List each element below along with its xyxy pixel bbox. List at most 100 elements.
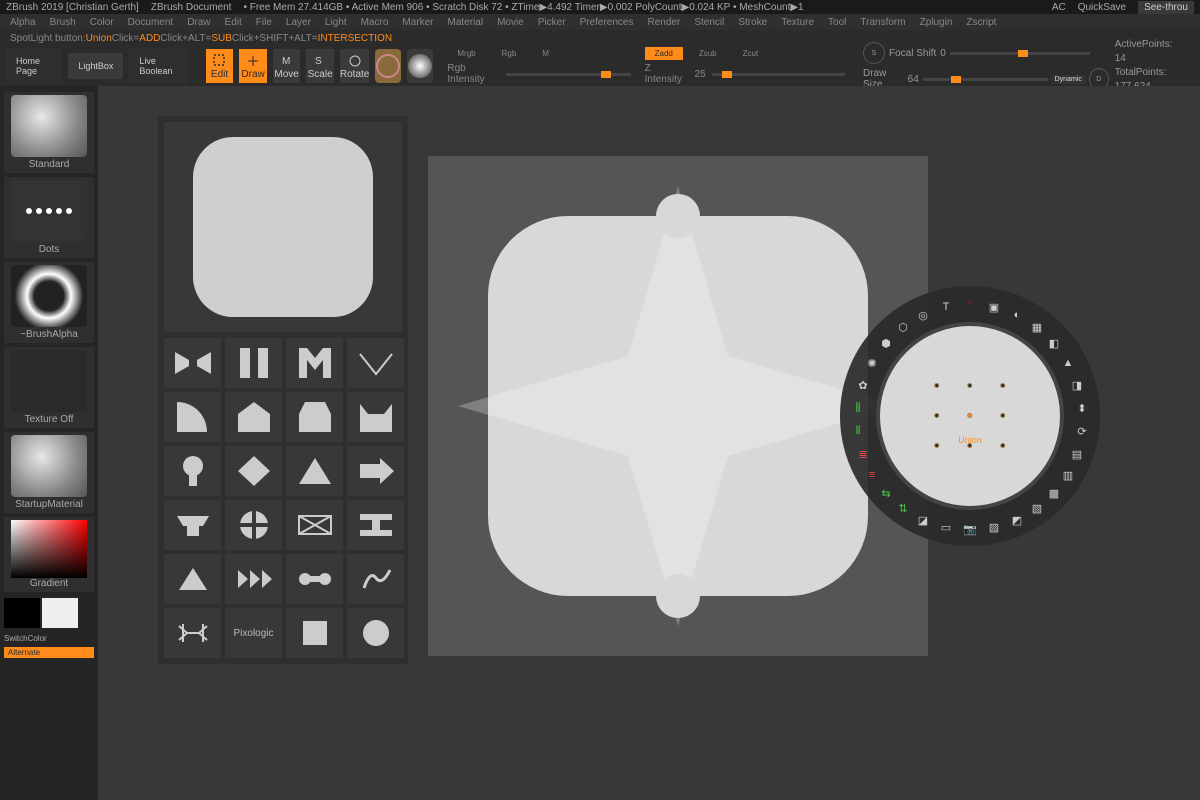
mrgb-button[interactable]: Mrgb bbox=[447, 47, 485, 60]
menu-zplugin[interactable]: Zplugin bbox=[920, 17, 953, 28]
zadd-button[interactable]: Zadd bbox=[645, 47, 683, 60]
draw-size-slider[interactable] bbox=[923, 78, 1048, 81]
wheel-icon-14[interactable]: ◩ bbox=[1008, 511, 1026, 529]
wheel-icon-8[interactable]: ⬍ bbox=[1073, 399, 1091, 417]
menu-color[interactable]: Color bbox=[90, 17, 114, 28]
wheel-icon-27[interactable]: ⬢ bbox=[877, 334, 895, 352]
menu-texture[interactable]: Texture bbox=[781, 17, 814, 28]
menu-stroke[interactable]: Stroke bbox=[738, 17, 767, 28]
shape-columns[interactable] bbox=[225, 338, 282, 388]
focal-shift-slider[interactable] bbox=[950, 52, 1090, 55]
shape-ibeam[interactable] bbox=[347, 500, 404, 550]
home-page-tab[interactable]: Home Page bbox=[6, 48, 62, 84]
swatch-white[interactable] bbox=[42, 598, 78, 628]
color-picker[interactable] bbox=[11, 520, 87, 578]
wheel-icon-30[interactable]: T bbox=[937, 298, 955, 316]
menu-file[interactable]: File bbox=[256, 17, 272, 28]
shape-zbrush-logo[interactable] bbox=[347, 554, 404, 604]
menu-layer[interactable]: Layer bbox=[286, 17, 311, 28]
move-mode-button[interactable]: MMove bbox=[273, 49, 301, 83]
shape-truss[interactable] bbox=[286, 500, 343, 550]
rotate-mode-button[interactable]: Rotate bbox=[340, 49, 369, 83]
wheel-icon-25[interactable]: ✿ bbox=[854, 376, 872, 394]
wheel-icon-7[interactable]: ◨ bbox=[1068, 376, 1086, 394]
menu-stencil[interactable]: Stencil bbox=[694, 17, 724, 28]
shape-dumbbell[interactable] bbox=[286, 554, 343, 604]
zsub-button[interactable]: Zsub bbox=[689, 47, 727, 60]
wheel-icon-2[interactable]: ▣ bbox=[985, 298, 1003, 316]
wheel-icon-28[interactable]: ⬡ bbox=[894, 318, 912, 336]
edit-mode-button[interactable]: Edit bbox=[206, 49, 234, 83]
wheel-icon-24[interactable]: ⫼ bbox=[849, 399, 867, 417]
shape-pentagon[interactable] bbox=[225, 392, 282, 442]
wheel-icon-19[interactable]: ⇅ bbox=[894, 499, 912, 517]
menu-preferences[interactable]: Preferences bbox=[580, 17, 634, 28]
shape-bowtie[interactable] bbox=[164, 338, 221, 388]
shape-lattice[interactable] bbox=[164, 608, 221, 658]
wheel-icon-camera[interactable]: 📷 bbox=[961, 520, 979, 538]
alternate-button[interactable]: Alternate bbox=[4, 647, 94, 658]
knob-top[interactable] bbox=[656, 194, 700, 238]
wheel-icon-4[interactable]: ▦ bbox=[1028, 318, 1046, 336]
m-button[interactable]: M bbox=[532, 47, 559, 60]
wheel-icon-18[interactable]: ◪ bbox=[914, 511, 932, 529]
wheel-icon-10[interactable]: ▤ bbox=[1068, 445, 1086, 463]
wheel-icon-21[interactable]: ≡ bbox=[863, 466, 881, 484]
texture-off-card[interactable]: Texture Off bbox=[4, 347, 94, 428]
material-card[interactable]: StartupMaterial bbox=[4, 432, 94, 513]
menu-transform[interactable]: Transform bbox=[860, 17, 905, 28]
menu-light[interactable]: Light bbox=[325, 17, 347, 28]
menu-edit[interactable]: Edit bbox=[225, 17, 242, 28]
menu-alpha[interactable]: Alpha bbox=[10, 17, 36, 28]
menu-tool[interactable]: Tool bbox=[828, 17, 846, 28]
wheel-icon-11[interactable]: ▥ bbox=[1059, 466, 1077, 484]
shape-m[interactable] bbox=[286, 338, 343, 388]
z-intensity-slider[interactable] bbox=[712, 73, 845, 76]
wheel-icon-5[interactable]: ◧ bbox=[1045, 334, 1063, 352]
spotlight-wheel[interactable]: ◦ ▣ ◐ ▦ ◧ ▲ ◨ ⬍ ⟳ ▤ ▥ ▩ ▧ ◩ ▨ 📷 ▭ ◪ ⇅ ⇆ … bbox=[840, 286, 1100, 546]
swatch-black[interactable] bbox=[4, 598, 40, 628]
menu-marker[interactable]: Marker bbox=[402, 17, 433, 28]
see-through-button[interactable]: See-throu bbox=[1138, 1, 1194, 14]
menu-picker[interactable]: Picker bbox=[538, 17, 566, 28]
rgb-intensity-slider[interactable] bbox=[506, 73, 631, 76]
viewport-mesh[interactable] bbox=[488, 216, 868, 596]
wheel-icon-12[interactable]: ▩ bbox=[1045, 484, 1063, 502]
wheel-icon-29[interactable]: ◎ bbox=[914, 306, 932, 324]
menu-material[interactable]: Material bbox=[448, 17, 484, 28]
shape-diamond[interactable] bbox=[225, 446, 282, 496]
live-boolean-tab[interactable]: Live Boolean bbox=[129, 48, 189, 84]
wheel-icon-15[interactable]: ▨ bbox=[985, 518, 1003, 536]
scale-mode-button[interactable]: SScale bbox=[306, 49, 334, 83]
shape-triangle[interactable] bbox=[286, 446, 343, 496]
lightbox-tab[interactable]: LightBox bbox=[68, 53, 123, 79]
wheel-icon-20[interactable]: ⇆ bbox=[877, 484, 895, 502]
wheel-center[interactable]: Union bbox=[958, 387, 982, 445]
shape-bowties[interactable] bbox=[225, 554, 282, 604]
gizmo-button[interactable] bbox=[375, 49, 401, 83]
menu-brush[interactable]: Brush bbox=[50, 17, 76, 28]
rgb-button[interactable]: Rgb bbox=[492, 47, 527, 60]
sculptris-button[interactable] bbox=[407, 49, 433, 83]
knob-bottom[interactable] bbox=[656, 574, 700, 618]
wheel-icon-1[interactable]: ◦ bbox=[961, 294, 979, 312]
shape-arrow-right[interactable] bbox=[347, 446, 404, 496]
dynamic-toggle[interactable]: Dynamic bbox=[1052, 75, 1085, 84]
canvas[interactable]: Pixologic ◦ ▣ ◐ ▦ ◧ ▲ ◨ ⬍ ⟳ ▤ bbox=[98, 86, 1200, 800]
brush-alpha-card[interactable]: ~BrushAlpha bbox=[4, 262, 94, 343]
wheel-icon-23[interactable]: ⫴ bbox=[849, 422, 867, 440]
zcut-button[interactable]: Zcut bbox=[733, 47, 769, 60]
shape-cat[interactable] bbox=[347, 392, 404, 442]
shape-pixologic[interactable]: Pixologic bbox=[225, 608, 282, 658]
menu-draw[interactable]: Draw bbox=[187, 17, 210, 28]
menu-zscript[interactable]: Zscript bbox=[966, 17, 996, 28]
wheel-icon-3[interactable]: ◐ bbox=[1008, 306, 1026, 324]
menu-movie[interactable]: Movie bbox=[497, 17, 524, 28]
wheel-icon-22[interactable]: ≣ bbox=[854, 445, 872, 463]
wheel-icon-13[interactable]: ▧ bbox=[1028, 499, 1046, 517]
color-picker-card[interactable]: Gradient bbox=[4, 517, 94, 592]
shape-bulb[interactable] bbox=[164, 446, 221, 496]
shape-circle[interactable] bbox=[347, 608, 404, 658]
menu-document[interactable]: Document bbox=[128, 17, 174, 28]
wheel-icon-6[interactable]: ▲ bbox=[1059, 354, 1077, 372]
